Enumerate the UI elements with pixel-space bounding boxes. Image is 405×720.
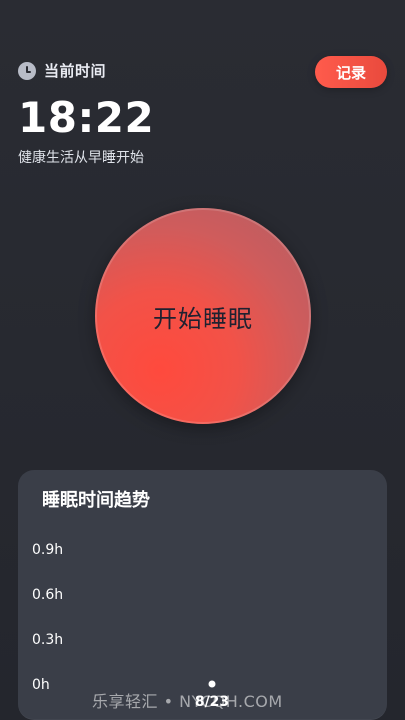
sleep-trend-card: 睡眠时间趋势 0.9h 0.6h 0.3h 0h 8/23	[18, 470, 387, 720]
current-time-label: 当前时间	[44, 62, 107, 80]
tagline: 健康生活从早睡开始	[18, 150, 144, 166]
record-button[interactable]: 记录	[315, 56, 387, 88]
sleep-trend-chart: 0.9h0.6h0.3h0h8/23	[32, 542, 229, 710]
current-time-header: 当前时间	[18, 60, 106, 81]
watermark: 乐享轻汇 • NYCQH.COM	[92, 692, 283, 711]
y-tick-label: 0.6h	[32, 587, 63, 603]
y-tick-label: 0.3h	[32, 632, 63, 648]
y-tick-label: 0h	[32, 677, 50, 693]
data-point	[208, 680, 216, 688]
y-tick-label: 0.9h	[32, 542, 63, 558]
start-sleep-label: 开始睡眠	[153, 304, 253, 333]
clock-icon	[18, 61, 36, 80]
start-sleep-button[interactable]: 开始睡眠	[95, 208, 311, 424]
current-time: 18:22	[18, 93, 155, 142]
